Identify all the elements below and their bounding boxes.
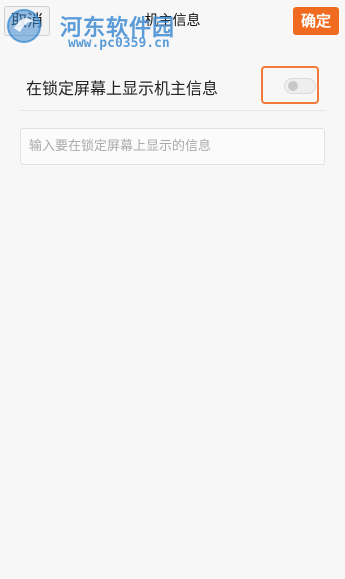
header-bar: 取消 机主信息 确定 bbox=[0, 0, 345, 40]
toggle-knob bbox=[288, 81, 298, 91]
show-owner-info-toggle[interactable] bbox=[284, 78, 316, 94]
toggle-highlight-box bbox=[261, 66, 319, 104]
confirm-button[interactable]: 确定 bbox=[292, 7, 339, 35]
show-owner-info-row[interactable]: 在锁定屏幕上显示机主信息 bbox=[20, 66, 325, 111]
owner-info-input[interactable] bbox=[20, 128, 325, 165]
show-owner-info-label: 在锁定屏幕上显示机主信息 bbox=[26, 79, 219, 98]
